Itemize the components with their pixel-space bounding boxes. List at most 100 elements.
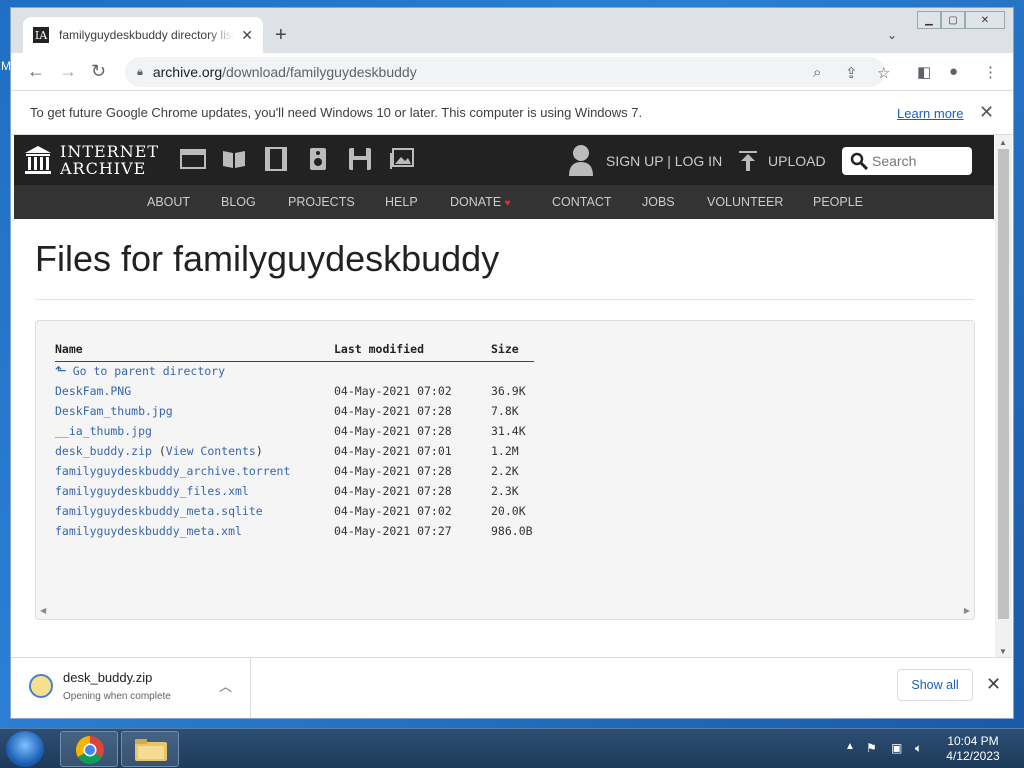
nav-about[interactable]: ABOUT <box>147 195 190 209</box>
file-modified: 04-May-2021 07:01 <box>334 444 452 458</box>
horizontal-scrollbar[interactable]: ◀ ▶ <box>36 603 974 619</box>
chevron-up-icon[interactable]: ︿ <box>219 676 232 695</box>
nav-donate[interactable]: DONATE ♥ <box>450 195 511 209</box>
up-arrow-icon: ⬑ <box>55 363 67 380</box>
file-size: 31.4K <box>491 424 526 438</box>
file-link[interactable]: familyguydeskbuddy_meta.sqlite <box>55 504 263 518</box>
file-size: 2.3K <box>491 484 519 498</box>
tab-close-icon[interactable]: ✕ <box>241 27 253 44</box>
search-icon <box>850 152 868 170</box>
column-header-name[interactable]: Name <box>55 341 334 362</box>
images-icon[interactable] <box>389 147 415 171</box>
vertical-scrollbar[interactable]: ▲ ▼ <box>995 135 1012 657</box>
taskbar: ▲ ⚑ ▣ 🔈︎ 10:04 PM 4/12/2023 <box>0 728 1024 768</box>
download-item[interactable]: desk_buddy.zip Opening when complete ︿ <box>11 658 251 718</box>
close-window-button[interactable]: ✕ <box>965 11 1005 29</box>
view-contents-link[interactable]: View Contents <box>166 444 256 458</box>
scroll-right-arrow-icon[interactable]: ▶ <box>964 606 970 615</box>
zoom-search-icon[interactable]: ⌕ <box>813 64 821 81</box>
ia-nav-bar: ABOUT BLOG PROJECTS HELP DONATE ♥ CONTAC… <box>14 185 994 219</box>
browser-tab[interactable]: IA familyguydeskbuddy directory listing … <box>23 17 263 53</box>
minimize-button[interactable]: ▁ <box>917 11 941 29</box>
column-header-modified[interactable]: Last modified <box>334 341 491 362</box>
view-contents-suffix: ) <box>255 444 263 458</box>
volume-muted-icon[interactable]: 🔈︎ <box>915 741 922 756</box>
nav-blog[interactable]: BLOG <box>221 195 256 209</box>
view-contents-prefix: ( <box>151 444 166 458</box>
web-icon[interactable] <box>180 147 206 171</box>
taskbar-explorer-button[interactable] <box>121 731 179 767</box>
side-panel-icon[interactable]: ◧ <box>917 63 931 81</box>
file-link[interactable]: DeskFam_thumb.jpg <box>55 404 173 418</box>
tray-expand-icon[interactable]: ▲ <box>845 741 855 752</box>
profile-avatar-icon[interactable]: ● <box>949 63 958 80</box>
file-table: Name Last modified Size ⬑ Go to parent di… <box>55 341 534 541</box>
learn-more-link[interactable]: Learn more <box>897 106 963 121</box>
tab-title: familyguydeskbuddy directory listing <box>59 28 234 42</box>
infobar-close-icon[interactable]: ✕ <box>979 102 994 123</box>
nav-jobs[interactable]: JOBS <box>642 195 675 209</box>
archive-favicon-icon: IA <box>33 27 49 43</box>
start-button[interactable] <box>6 731 44 767</box>
download-bar-close-icon[interactable]: ✕ <box>986 674 1001 695</box>
table-row: __ia_thumb.jpg 04-May-2021 07:28 31.4K <box>55 421 534 441</box>
file-size: 1.2M <box>491 444 519 458</box>
system-clock[interactable]: 10:04 PM 4/12/2023 <box>940 734 1006 764</box>
scroll-up-arrow-icon[interactable]: ▲ <box>999 138 1007 147</box>
video-film-icon[interactable] <box>263 147 289 171</box>
nav-people[interactable]: PEOPLE <box>813 195 863 209</box>
search-input[interactable] <box>872 153 967 169</box>
texts-book-icon[interactable] <box>221 147 247 171</box>
upload-link[interactable]: UPLOAD <box>768 153 826 169</box>
sign-up-log-in-link[interactable]: SIGN UP | LOG IN <box>606 153 722 169</box>
ia-search-box[interactable] <box>842 147 972 175</box>
file-link[interactable]: familyguydeskbuddy_files.xml <box>55 484 249 498</box>
lock-icon: 🔒︎ <box>137 65 143 78</box>
user-icon[interactable] <box>568 144 594 176</box>
scroll-down-arrow-icon[interactable]: ▼ <box>999 647 1007 656</box>
network-icon[interactable]: ▣ <box>891 741 902 755</box>
file-link[interactable]: desk_buddy.zip <box>55 444 152 458</box>
file-link[interactable]: __ia_thumb.jpg <box>55 424 152 438</box>
maximize-button[interactable]: ▢ <box>941 11 965 29</box>
file-modified: 04-May-2021 07:28 <box>334 484 452 498</box>
audio-speaker-icon[interactable] <box>305 147 331 171</box>
file-size: 20.0K <box>491 504 526 518</box>
page-title: Files for familyguydeskbuddy <box>35 238 500 279</box>
tab-search-chevron-icon[interactable]: ⌄ <box>887 28 897 42</box>
scroll-left-arrow-icon[interactable]: ◀ <box>40 606 46 615</box>
logo-text-line1: INTERNET <box>60 142 160 161</box>
back-arrow-icon[interactable]: ← <box>27 61 45 81</box>
url-host: archive.org <box>152 64 223 80</box>
file-link[interactable]: familyguydeskbuddy_meta.xml <box>55 524 242 538</box>
browser-toolbar: ← → ↻ 🔒︎ archive.org/download/familyguyd… <box>11 53 1013 91</box>
file-link[interactable]: familyguydeskbuddy_archive.torrent <box>55 464 290 478</box>
upload-icon[interactable] <box>739 151 757 171</box>
title-divider <box>35 299 974 300</box>
ia-logo[interactable]: INTERNET ARCHIVE <box>24 143 159 177</box>
table-row: desk_buddy.zip (View Contents) 04-May-20… <box>55 441 534 461</box>
share-icon[interactable]: ⇪ <box>845 64 858 82</box>
scrollbar-thumb[interactable] <box>998 149 1009 619</box>
nav-volunteer[interactable]: VOLUNTEER <box>707 195 783 209</box>
new-tab-icon[interactable]: + <box>275 25 287 45</box>
download-status: Opening when complete <box>63 691 171 702</box>
file-link[interactable]: DeskFam.PNG <box>55 384 131 398</box>
address-bar[interactable]: 🔒︎ archive.org/download/familyguydeskbud… <box>125 57 890 87</box>
action-center-flag-icon[interactable]: ⚑ <box>866 741 877 755</box>
file-listing-panel: Name Last modified Size ⬑ Go to parent di… <box>35 320 975 620</box>
file-modified: 04-May-2021 07:27 <box>334 524 452 538</box>
software-floppy-icon[interactable] <box>347 147 373 171</box>
parent-directory-link[interactable]: ⬑ Go to parent directory <box>55 363 225 380</box>
file-modified: 04-May-2021 07:02 <box>334 504 452 518</box>
forward-arrow-icon[interactable]: → <box>59 61 77 81</box>
taskbar-chrome-button[interactable] <box>60 731 118 767</box>
nav-contact[interactable]: CONTACT <box>552 195 612 209</box>
nav-projects[interactable]: PROJECTS <box>288 195 355 209</box>
show-all-button[interactable]: Show all <box>897 669 973 701</box>
column-header-size[interactable]: Size <box>491 341 534 362</box>
nav-help[interactable]: HELP <box>385 195 418 209</box>
bookmark-star-icon[interactable]: ☆ <box>877 64 890 82</box>
reload-icon[interactable]: ↻ <box>91 61 106 81</box>
menu-kebab-icon[interactable]: ⋮ <box>983 63 998 81</box>
